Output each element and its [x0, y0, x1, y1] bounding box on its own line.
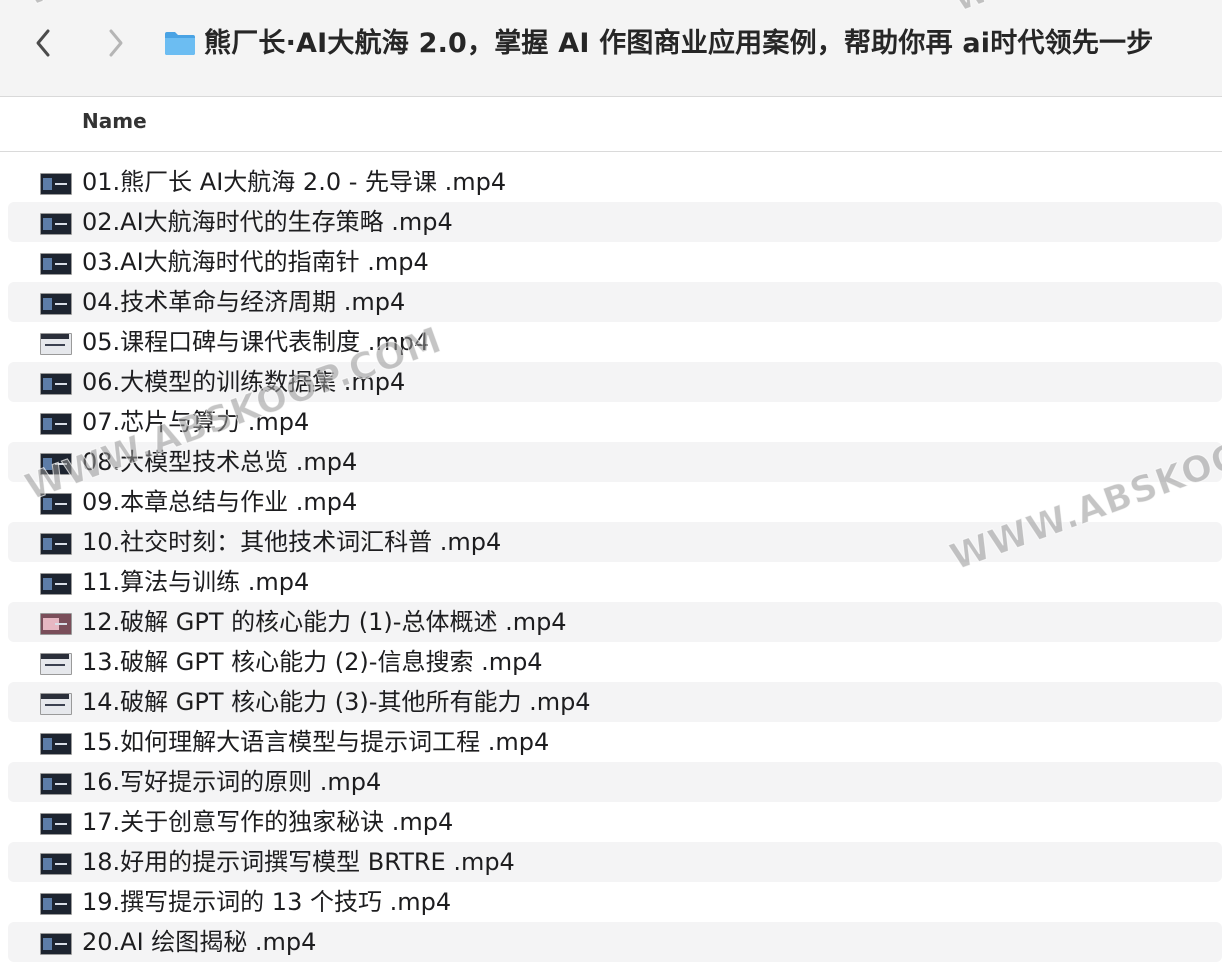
- video-thumbnail-icon: [40, 573, 72, 595]
- file-row[interactable]: 01.熊厂长 AI大航海 2.0 - 先导课 .mp4: [8, 162, 1222, 202]
- forward-button[interactable]: [101, 26, 131, 60]
- file-row[interactable]: 08.大模型技术总览 .mp4: [8, 442, 1222, 482]
- file-name: 14.破解 GPT 核心能力 (3)-其他所有能力 .mp4: [82, 688, 591, 716]
- file-name: 10.社交时刻：其他技术词汇科普 .mp4: [82, 528, 502, 556]
- file-row[interactable]: 03.AI大航海时代的指南针 .mp4: [8, 242, 1222, 282]
- video-thumbnail-icon: [40, 213, 72, 235]
- video-thumbnail-icon: [40, 293, 72, 315]
- video-thumbnail-icon: [40, 893, 72, 915]
- back-button[interactable]: [28, 26, 58, 60]
- video-thumbnail-icon: [40, 373, 72, 395]
- file-name: 04.技术革命与经济周期 .mp4: [82, 288, 406, 316]
- file-name: 09.本章总结与作业 .mp4: [82, 488, 358, 516]
- file-row[interactable]: 06.大模型的训练数据集 .mp4: [8, 362, 1222, 402]
- file-name: 05.课程口碑与课代表制度 .mp4: [82, 328, 430, 356]
- file-row[interactable]: 07.芯片与算力 .mp4: [8, 402, 1222, 442]
- file-row[interactable]: 14.破解 GPT 核心能力 (3)-其他所有能力 .mp4: [8, 682, 1222, 722]
- file-row[interactable]: 11.算法与训练 .mp4: [8, 562, 1222, 602]
- video-thumbnail-icon: [40, 533, 72, 555]
- video-thumbnail-icon: [40, 773, 72, 795]
- file-row[interactable]: 10.社交时刻：其他技术词汇科普 .mp4: [8, 522, 1222, 562]
- video-thumbnail-icon: [40, 453, 72, 475]
- file-name: 02.AI大航海时代的生存策略 .mp4: [82, 208, 453, 236]
- video-thumbnail-icon: [40, 813, 72, 835]
- file-row[interactable]: 18.好用的提示词撰写模型 BRTRE .mp4: [8, 842, 1222, 882]
- column-header-row: Name: [0, 97, 1222, 152]
- file-name: 11.算法与训练 .mp4: [82, 568, 310, 596]
- file-row[interactable]: 15.如何理解大语言模型与提示词工程 .mp4: [8, 722, 1222, 762]
- video-thumbnail-icon: [40, 613, 72, 635]
- file-row[interactable]: 17.关于创意写作的独家秘诀 .mp4: [8, 802, 1222, 842]
- video-thumbnail-icon: [40, 493, 72, 515]
- file-name: 13.破解 GPT 核心能力 (2)-信息搜索 .mp4: [82, 648, 543, 676]
- file-row[interactable]: 02.AI大航海时代的生存策略 .mp4: [8, 202, 1222, 242]
- file-row[interactable]: 20.AI 绘图揭秘 .mp4: [8, 922, 1222, 962]
- file-row[interactable]: 04.技术革命与经济周期 .mp4: [8, 282, 1222, 322]
- video-thumbnail-icon: [40, 933, 72, 955]
- file-name: 08.大模型技术总览 .mp4: [82, 448, 358, 476]
- video-thumbnail-icon: [40, 333, 72, 355]
- video-thumbnail-icon: [40, 693, 72, 715]
- video-thumbnail-icon: [40, 253, 72, 275]
- column-header-name[interactable]: Name: [82, 109, 147, 133]
- file-name: 16.写好提示词的原则 .mp4: [82, 768, 382, 796]
- chevron-left-icon: [36, 29, 50, 57]
- video-thumbnail-icon: [40, 853, 72, 875]
- file-row[interactable]: 05.课程口碑与课代表制度 .mp4: [8, 322, 1222, 362]
- file-row[interactable]: 13.破解 GPT 核心能力 (2)-信息搜索 .mp4: [8, 642, 1222, 682]
- file-row[interactable]: 19.撰写提示词的 13 个技巧 .mp4: [8, 882, 1222, 922]
- folder-icon: [165, 32, 195, 55]
- file-name: 12.破解 GPT 的核心能力 (1)-总体概述 .mp4: [82, 608, 567, 636]
- chevron-right-icon: [109, 29, 123, 57]
- file-name: 18.好用的提示词撰写模型 BRTRE .mp4: [82, 848, 515, 876]
- file-row[interactable]: 09.本章总结与作业 .mp4: [8, 482, 1222, 522]
- file-row[interactable]: 16.写好提示词的原则 .mp4: [8, 762, 1222, 802]
- video-thumbnail-icon: [40, 733, 72, 755]
- file-name: 17.关于创意写作的独家秘诀 .mp4: [82, 808, 454, 836]
- window-title: 熊厂长·AI大航海 2.0，掌握 AI 作图商业应用案例，帮助你再 ai时代领先…: [204, 28, 1154, 59]
- file-list: 01.熊厂长 AI大航海 2.0 - 先导课 .mp4 02.AI大航海时代的生…: [0, 162, 1222, 962]
- video-thumbnail-icon: [40, 413, 72, 435]
- file-name: 03.AI大航海时代的指南针 .mp4: [82, 248, 429, 276]
- finder-toolbar: 熊厂长·AI大航海 2.0，掌握 AI 作图商业应用案例，帮助你再 ai时代领先…: [0, 0, 1222, 97]
- video-thumbnail-icon: [40, 173, 72, 195]
- file-name: 19.撰写提示词的 13 个技巧 .mp4: [82, 888, 452, 916]
- file-name: 20.AI 绘图揭秘 .mp4: [82, 928, 317, 956]
- file-name: 06.大模型的训练数据集 .mp4: [82, 368, 406, 396]
- file-row[interactable]: 12.破解 GPT 的核心能力 (1)-总体概述 .mp4: [8, 602, 1222, 642]
- file-name: 07.芯片与算力 .mp4: [82, 408, 310, 436]
- file-name: 15.如何理解大语言模型与提示词工程 .mp4: [82, 728, 550, 756]
- video-thumbnail-icon: [40, 653, 72, 675]
- file-name: 01.熊厂长 AI大航海 2.0 - 先导课 .mp4: [82, 168, 507, 196]
